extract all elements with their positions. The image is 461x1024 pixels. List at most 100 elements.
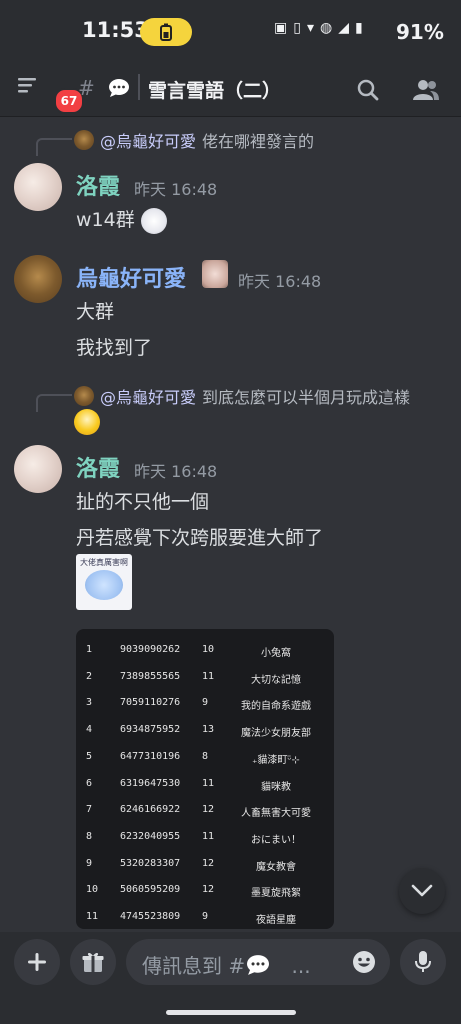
message-text: w14群 xyxy=(76,205,167,234)
message-line: w14群 xyxy=(76,209,135,231)
volte-icon: ◍ xyxy=(319,20,333,36)
ranking-row: 10 5060595209 12 墨夏旋飛絮 xyxy=(76,877,334,903)
avatar[interactable] xyxy=(14,163,62,211)
message-author[interactable]: 烏龜好可愛 xyxy=(76,261,186,293)
ranking-rank: 8 xyxy=(86,830,93,842)
ranking-screenshot[interactable]: 1 9039090262 10 小兔窩 2 7389855565 11 大切な記憶 3 70591… xyxy=(76,629,334,929)
custom-emoji xyxy=(140,207,167,234)
ranking-name: 人畜無害大可愛 xyxy=(241,808,311,820)
sticker-image[interactable]: 大佬真厲害啊 xyxy=(76,554,132,610)
speech-bubble-icon xyxy=(108,78,130,102)
system-icons: ▣ ▯ ▾ ◍ ◢ ▮ xyxy=(274,20,363,36)
chevron-down-icon xyxy=(411,884,433,897)
vibrate-icon: ▯ xyxy=(293,20,301,36)
ranking-rank: 7 xyxy=(86,804,93,816)
ranking-count: 12 xyxy=(202,804,215,816)
message-timestamp: 昨天 16:48 xyxy=(134,180,218,199)
message-line: 大群 xyxy=(76,301,115,323)
ranking-row: 7 6246166922 12 人畜無害大可愛 xyxy=(76,797,334,823)
signal-icon: ◢ xyxy=(338,20,349,36)
message-feed[interactable]: @烏龜好可愛 佬在哪裡發言的 洛霞 昨天 16:48 w14群 烏龜好可愛 昨天… xyxy=(0,117,461,932)
search-icon[interactable] xyxy=(356,78,380,106)
avatar[interactable] xyxy=(14,255,62,303)
ranking-id: 6319647530 xyxy=(120,777,181,789)
message-line: 丹若感覺下次跨服要進大師了 xyxy=(76,527,324,549)
wifi-icon: ▾ xyxy=(306,20,314,36)
ranking-name: 大切な記憶 xyxy=(251,674,301,686)
smile-icon xyxy=(353,951,375,973)
channel-hash-icon: # xyxy=(78,76,95,100)
ranking-count: 10 xyxy=(202,644,215,655)
ranking-count: 11 xyxy=(202,777,215,789)
reply-preview[interactable]: @烏龜好可愛 到底怎麼可以半個月玩成這樣 xyxy=(74,384,410,408)
ranking-id: 6246166922 xyxy=(120,804,181,816)
jump-to-present-button[interactable] xyxy=(399,868,445,914)
ranking-count: 12 xyxy=(202,857,215,869)
ranking-name: 小兔窩 xyxy=(261,648,291,659)
reply-preview[interactable]: @烏龜好可愛 佬在哪裡發言的 xyxy=(74,128,314,152)
gift-button[interactable] xyxy=(70,939,116,985)
ranking-rank: 10 xyxy=(86,884,99,896)
ranking-id: 5060595209 xyxy=(120,884,181,896)
ranking-id: 6934875952 xyxy=(120,724,181,736)
message-author[interactable]: 洛霞 xyxy=(76,451,120,483)
ranking-name: ₊貓漆町ᵕ̈⊹ xyxy=(252,754,300,766)
ranking-count: 8 xyxy=(202,750,209,762)
message-timestamp: 昨天 16:48 xyxy=(134,462,218,481)
ranking-name: 魔女教會 xyxy=(256,861,296,873)
ranking-rank: 11 xyxy=(86,911,99,922)
add-button[interactable] xyxy=(14,939,60,985)
ranking-count: 11 xyxy=(202,830,215,842)
ranking-rank: 6 xyxy=(86,777,93,789)
ranking-name: 夜語星塵 xyxy=(256,915,296,926)
message-input[interactable]: 傳訊息到 # ... xyxy=(126,939,390,985)
menu-button[interactable]: 67 xyxy=(18,74,84,114)
author-badge-icon xyxy=(202,260,228,288)
ranking-row: 3 7059110276 9 我的自命系遊戲 xyxy=(76,690,334,716)
ranking-count: 9 xyxy=(202,911,209,922)
voice-message-button[interactable] xyxy=(400,939,446,985)
ranking-rank: 5 xyxy=(86,750,93,762)
reply-text: 到底怎麼可以半個月玩成這樣 xyxy=(202,388,411,407)
ranking-count: 9 xyxy=(202,697,209,709)
hd-icon: ▣ xyxy=(274,20,288,36)
ranking-rank: 2 xyxy=(86,670,93,682)
ranking-row: 8 6232040955 11 おにまい！ xyxy=(76,824,334,850)
ranking-rank: 9 xyxy=(86,857,93,869)
avatar xyxy=(74,130,94,150)
ranking-id: 7389855565 xyxy=(120,670,181,682)
status-bar: 11:53 ▣ ▯ ▾ ◍ ◢ ▮ 91% xyxy=(0,0,461,64)
ranking-id: 6232040955 xyxy=(120,830,181,842)
speech-bubble-icon xyxy=(247,955,270,975)
microphone-icon xyxy=(415,951,431,972)
plus-icon xyxy=(28,953,46,971)
ranking-row: 1 9039090262 10 小兔窩 xyxy=(76,637,334,663)
ranking-count: 13 xyxy=(202,724,215,736)
placeholder-text: 傳訊息到 # xyxy=(142,954,246,978)
avatar[interactable] xyxy=(14,445,62,493)
ranking-name: 貓咪教 xyxy=(261,781,291,793)
message-placeholder: 傳訊息到 # ... xyxy=(142,950,311,979)
reply-mention: @烏龜好可愛 xyxy=(100,388,197,407)
gesture-nav-handle[interactable] xyxy=(166,1010,296,1015)
ranking-id: 4745523809 xyxy=(120,911,181,922)
sticker-face xyxy=(85,570,123,600)
status-time: 11:53 xyxy=(82,18,149,42)
ranking-count: 12 xyxy=(202,884,215,896)
ranking-row: 9 5320283307 12 魔女教會 xyxy=(76,851,334,877)
message-author[interactable]: 洛霞 xyxy=(76,169,120,201)
sticker-caption: 大佬真厲害啊 xyxy=(80,558,128,567)
ranking-rank: 1 xyxy=(86,644,93,655)
ranking-row: 5 6477310196 8 ₊貓漆町ᵕ̈⊹ xyxy=(76,744,334,770)
ranking-name: おにまい！ xyxy=(251,834,301,846)
channel-header: 67 # 雪言雪語（二） xyxy=(0,64,461,117)
ranking-row: 6 6319647530 11 貓咪教 xyxy=(76,771,334,797)
emoji-button[interactable] xyxy=(352,950,376,978)
ranking-row: 11 4745523809 9 夜語星塵 xyxy=(76,904,334,929)
ranking-id: 9039090262 xyxy=(120,644,181,655)
ranking-name: 墨夏旋飛絮 xyxy=(251,888,301,900)
ranking-name: 魔法少女朋友部 xyxy=(241,728,311,740)
joy-emoji-icon xyxy=(74,409,100,435)
members-icon[interactable] xyxy=(412,78,440,106)
channel-name[interactable]: 雪言雪語（二） xyxy=(148,76,281,103)
